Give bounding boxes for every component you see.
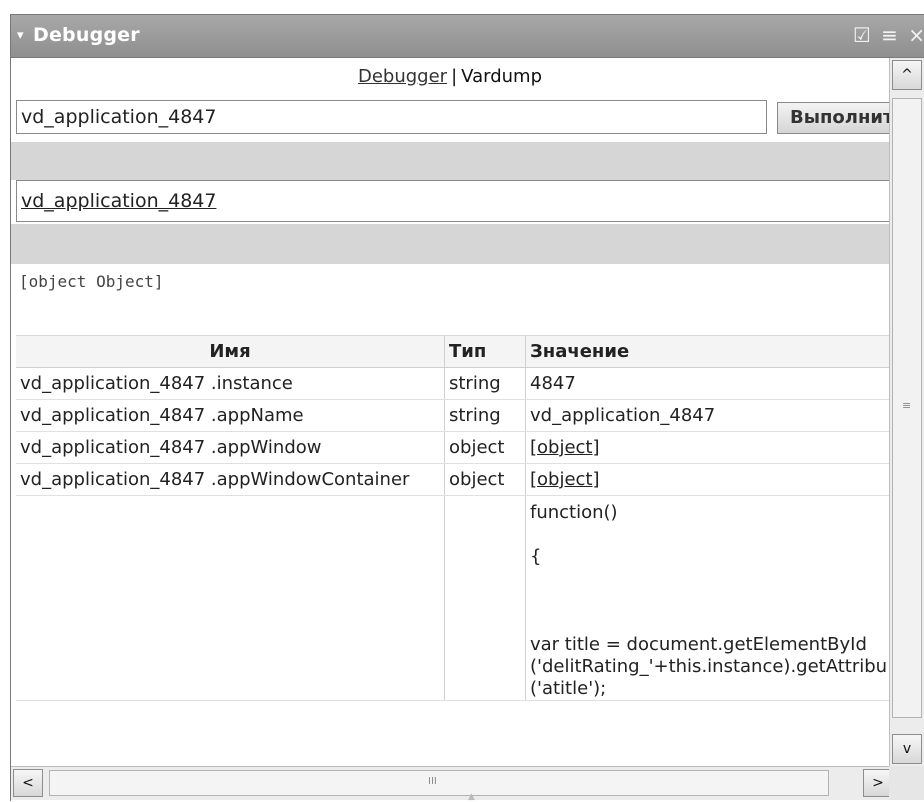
table-row: vd_application_4847 .instance string 484… bbox=[16, 367, 889, 400]
property-name: vd_application_4847 .appName bbox=[16, 399, 445, 432]
separator-band bbox=[11, 224, 889, 264]
vertical-scroll-thumb[interactable]: ≡ bbox=[892, 98, 922, 718]
property-type: object bbox=[444, 463, 526, 496]
code-line: ('atitle'); bbox=[530, 678, 607, 699]
property-value-link[interactable]: [object] bbox=[525, 463, 889, 496]
menu-icon[interactable]: ≡ bbox=[881, 23, 898, 47]
property-type bbox=[444, 495, 526, 701]
scroll-left-icon[interactable]: < bbox=[13, 769, 43, 797]
result-box: vd_application_4847 bbox=[16, 180, 889, 222]
property-value-link[interactable]: [object] bbox=[525, 431, 889, 464]
debugger-window: ▾ Debugger ☑ ≡ × Debugger | Vardump vd_app… bbox=[10, 14, 924, 801]
horizontal-scrollbar[interactable]: < III > bbox=[11, 766, 893, 800]
properties-table: Имя Тип Значение vd_application_4847 .in… bbox=[16, 335, 889, 701]
dump-output: [object Object] bbox=[19, 272, 164, 291]
command-input[interactable]: vd_application_4847 bbox=[16, 100, 767, 134]
collapse-icon[interactable]: ▾ bbox=[17, 28, 24, 43]
property-name: vd_application_4847 .appWindowContainer bbox=[16, 463, 445, 496]
code-line: { bbox=[530, 546, 542, 567]
tab-vardump[interactable]: Vardump bbox=[461, 66, 542, 87]
close-icon[interactable]: × bbox=[908, 23, 924, 47]
property-name bbox=[16, 495, 445, 701]
table-row: vd_application_4847 .appWindowContainer … bbox=[16, 463, 889, 496]
property-type: string bbox=[444, 399, 526, 432]
function-source: function() { var title = document.getEle… bbox=[525, 495, 889, 701]
property-value: vd_application_4847 bbox=[525, 399, 889, 432]
resize-grip-icon[interactable]: ▲ bbox=[468, 792, 475, 802]
debugger-content: Debugger | Vardump vd_application_4847 Вып… bbox=[11, 58, 889, 766]
table-row-function: function() { var title = document.getEle… bbox=[16, 495, 889, 701]
run-button[interactable]: Выполнить bbox=[777, 102, 889, 134]
tab-debugger[interactable]: Debugger bbox=[358, 66, 447, 87]
property-name: vd_application_4847 .instance bbox=[16, 367, 445, 400]
code-line: function() bbox=[530, 502, 618, 523]
property-value: 4847 bbox=[525, 367, 889, 400]
property-type: object bbox=[444, 431, 526, 464]
column-header-name: Имя bbox=[16, 335, 445, 368]
table-row: vd_application_4847 .appName string vd_a… bbox=[16, 399, 889, 432]
title-icons: ☑ ≡ × bbox=[849, 23, 924, 47]
scroll-up-icon[interactable]: ^ bbox=[892, 60, 922, 90]
column-header-type: Тип bbox=[444, 335, 526, 368]
title-bar: ▾ Debugger ☑ ≡ × bbox=[11, 15, 924, 58]
table-row: vd_application_4847 .appWindow object [o… bbox=[16, 431, 889, 464]
vertical-scrollbar[interactable]: ^ ≡ v bbox=[889, 58, 924, 766]
grip-icon: III bbox=[428, 776, 437, 787]
code-line: var title = document.getElementById bbox=[530, 634, 867, 655]
column-header-value: Значение bbox=[525, 335, 889, 368]
property-name: vd_application_4847 .appWindow bbox=[16, 431, 445, 464]
checkbox-icon[interactable]: ☑ bbox=[853, 23, 871, 47]
tab-separator: | bbox=[451, 66, 458, 87]
separator-band bbox=[11, 142, 889, 180]
window-title: Debugger bbox=[33, 24, 140, 46]
grip-icon: ≡ bbox=[902, 399, 912, 412]
code-line: ('delitRating_'+this.instance).getAttrib… bbox=[530, 656, 888, 677]
table-header-row: Имя Тип Значение bbox=[16, 335, 889, 368]
scrollbar-corner bbox=[889, 766, 924, 800]
horizontal-scroll-thumb[interactable]: III bbox=[49, 770, 829, 796]
tab-bar: Debugger | Vardump bbox=[11, 58, 889, 96]
property-type: string bbox=[444, 367, 526, 400]
scroll-down-icon[interactable]: v bbox=[892, 734, 922, 764]
result-link[interactable]: vd_application_4847 bbox=[21, 190, 216, 212]
